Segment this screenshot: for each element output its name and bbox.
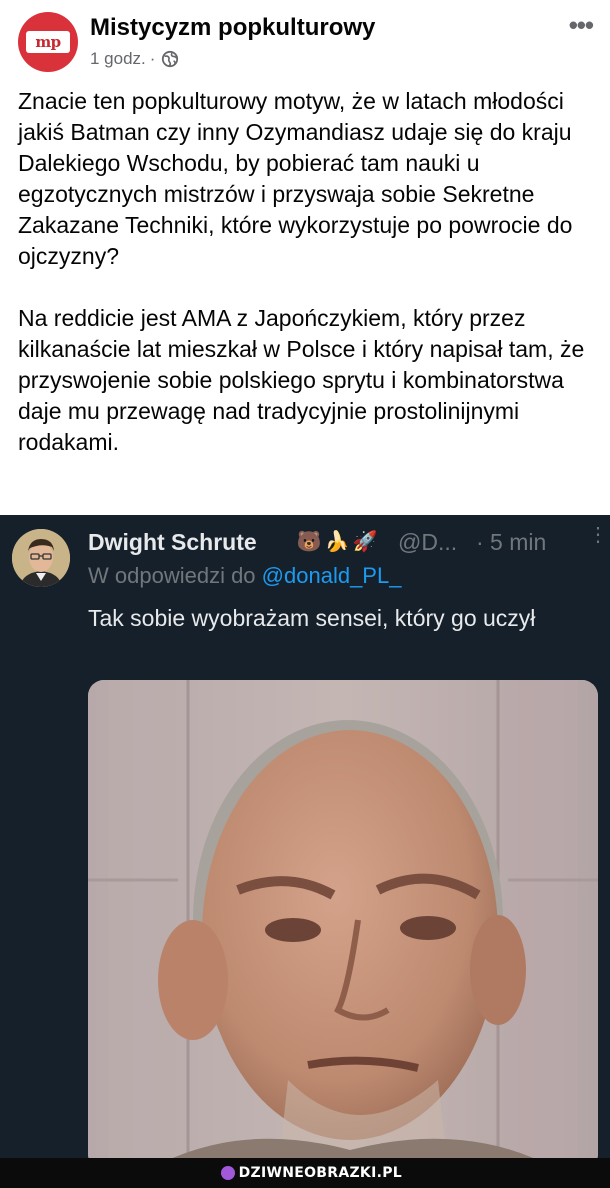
tweet-photo[interactable]: [88, 680, 598, 1158]
more-vertical-icon[interactable]: ⋮: [588, 525, 608, 545]
watermark-text: DZIWNEOBRAZKI.PL: [238, 1165, 402, 1181]
meta-separator: ·: [149, 49, 156, 68]
bear-emoji-icon: 🐻: [296, 531, 322, 553]
site-logo-icon: [220, 1166, 235, 1180]
banana-emoji-icon: 🍌: [324, 531, 350, 553]
post-time[interactable]: 1 godz.: [90, 49, 146, 69]
post-paragraph: Znacie ten popkulturowy motyw, że w lata…: [18, 88, 573, 269]
tweet-time[interactable]: · 5 min: [476, 529, 546, 556]
reply-prefix: W odpowiedzi do: [88, 563, 256, 588]
globe-icon: [162, 50, 179, 68]
rocket-emoji-icon: 🚀: [352, 531, 378, 553]
display-name[interactable]: Dwight Schrute: [88, 529, 257, 556]
post-paragraph: Na reddicie jest AMA z Japończykiem, któ…: [18, 305, 585, 455]
embedded-tweet: Dwight Schrute 🐻 🍌 🚀 @D... · 5 min ⋮ W o…: [0, 515, 610, 1158]
user-handle[interactable]: @D...: [398, 529, 457, 556]
post-text: Znacie ten popkulturowy motyw, że w lata…: [18, 86, 596, 458]
watermark: DZIWNEOBRAZKI.PL: [220, 1164, 402, 1182]
avatar-image: [12, 529, 70, 587]
reply-to-link[interactable]: @donald_PL_: [262, 563, 402, 588]
page-logo: mp: [26, 31, 70, 53]
watermark-bar: DZIWNEOBRAZKI.PL: [0, 1158, 610, 1188]
reply-context: W odpowiedzi do @donald_PL_: [88, 563, 401, 589]
portrait-photo: [88, 680, 598, 1158]
tweet-header: Dwight Schrute 🐻 🍌 🚀 @D... · 5 min ⋮: [88, 525, 608, 557]
more-horizontal-icon[interactable]: •••: [569, 12, 594, 38]
page-avatar[interactable]: mp: [18, 12, 78, 72]
tweet-text: Tak sobie wyobrażam sensei, który go ucz…: [88, 605, 536, 631]
facebook-post: mp Mistycyzm popkulturowy 1 godz. · ••• …: [0, 0, 610, 515]
name-emojis: 🐻 🍌 🚀: [296, 529, 378, 555]
user-avatar[interactable]: [12, 529, 70, 587]
post-meta: 1 godz. ·: [90, 48, 179, 70]
post-header: mp Mistycyzm popkulturowy 1 godz. · •••: [18, 12, 594, 74]
page-name[interactable]: Mistycyzm popkulturowy: [90, 14, 375, 42]
